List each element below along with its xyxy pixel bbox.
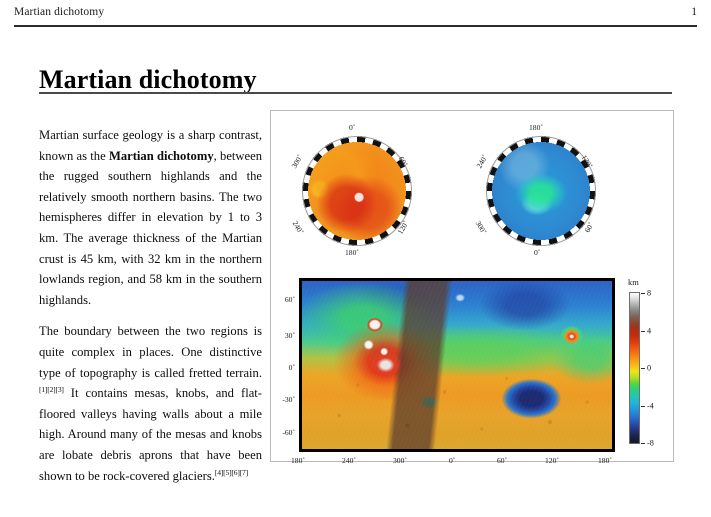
- map-x-label-240: 240˚: [342, 456, 356, 465]
- north-label-240: 240˚: [474, 153, 490, 170]
- figure-mars-topography: 0˚ 60˚ 120˚ 180˚ 240˚ 300˚ 180˚ 120˚ 60˚…: [270, 110, 675, 465]
- page-running-header: Martian dichotomy 1: [14, 6, 697, 30]
- text-run: The boundary between the two regions is …: [39, 324, 262, 380]
- colorbar-unit-label: km: [628, 278, 639, 287]
- map-x-label-300: 300˚: [393, 456, 407, 465]
- mola-global-topography-map: 60˚ 30˚ 0˚ -30˚ -60˚ 180˚ 240˚ 300˚ 0˚ 6…: [282, 278, 615, 465]
- south-polar-projection: 0˚ 60˚ 120˚ 180˚ 240˚ 300˚: [290, 123, 413, 257]
- colorbar-gradient: [629, 292, 640, 444]
- colorbar-label-0: 0: [647, 363, 652, 373]
- north-label-180: 180˚: [529, 123, 543, 132]
- page-number: 1: [691, 6, 697, 18]
- colorbar-label-8: 8: [647, 288, 652, 298]
- north-label-0: 0˚: [534, 248, 541, 257]
- citation-reference[interactable]: [4][5][6][7]: [215, 467, 248, 476]
- article-body: Martian surface geology is a sharp contr…: [39, 125, 262, 497]
- map-surface: [302, 281, 612, 449]
- paragraph-2: The boundary between the two regions is …: [39, 321, 262, 486]
- north-polar-outline: [486, 136, 596, 246]
- running-header-title: Martian dichotomy: [14, 6, 105, 18]
- colorbar-tick-neg8: [641, 443, 645, 444]
- colorbar-tick-4: [641, 331, 645, 332]
- header-divider: [14, 25, 697, 27]
- polar-projections-row: 0˚ 60˚ 120˚ 180˚ 240˚ 300˚ 180˚ 120˚ 60˚…: [271, 111, 675, 271]
- map-y-label-30: 30˚: [284, 331, 295, 340]
- map-y-label-60: 60˚: [284, 295, 295, 304]
- paragraph-1: Martian surface geology is a sharp contr…: [39, 125, 262, 310]
- emphasised-term: Martian dichotomy: [108, 148, 214, 163]
- north-polar-projection: 180˚ 120˚ 60˚ 0˚ 300˚ 240˚: [474, 123, 597, 257]
- map-y-label-neg60: -60˚: [282, 428, 295, 437]
- north-label-300: 300˚: [473, 219, 489, 236]
- south-label-180: 180˚: [345, 248, 359, 257]
- colorbar-tick-neg4: [641, 406, 645, 407]
- title-divider: [39, 92, 672, 94]
- text-run: , between the rugged southern highlands …: [39, 148, 263, 307]
- map-x-label-0: 0˚: [449, 456, 456, 465]
- south-label-300: 300˚: [289, 153, 305, 170]
- map-texture-overlay: [302, 281, 612, 449]
- colorbar-label-neg8: -8: [647, 438, 654, 448]
- south-label-0: 0˚: [349, 123, 356, 132]
- map-frame: [299, 278, 615, 452]
- map-x-label-60: 60˚: [497, 456, 508, 465]
- page-title: Martian dichotomy: [39, 65, 257, 95]
- map-x-label-120: 120˚: [545, 456, 559, 465]
- colorbar-label-4: 4: [647, 326, 652, 336]
- colorbar-tick-8: [641, 293, 645, 294]
- colorbar-label-neg4: -4: [647, 401, 654, 411]
- map-x-label-180b: 180˚: [598, 456, 612, 465]
- colorbar-tick-0: [641, 368, 645, 369]
- south-label-240: 240˚: [290, 219, 306, 236]
- map-y-label-neg30: -30˚: [282, 395, 295, 404]
- elevation-colorbar: km 8 4 0 -4 -8: [623, 278, 671, 454]
- map-y-label-0: 0˚: [288, 363, 295, 372]
- map-x-label-180a: 180˚: [291, 456, 305, 465]
- citation-reference[interactable]: [1][2][3]: [39, 385, 64, 394]
